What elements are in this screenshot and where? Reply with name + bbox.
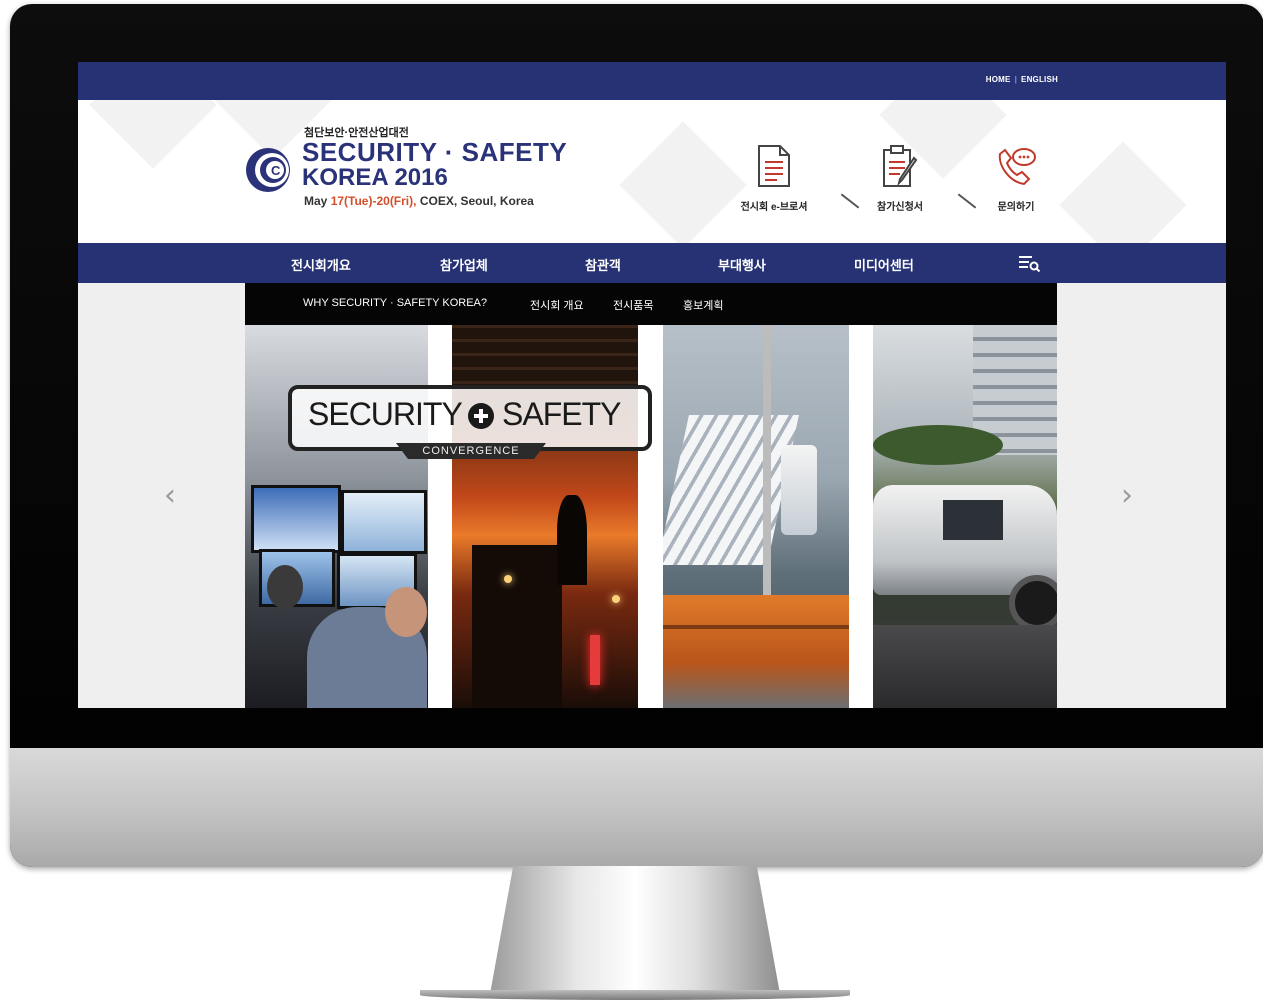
menu-search-icon[interactable] (1018, 253, 1042, 273)
background-person (267, 565, 303, 609)
clipboard-pen-icon (883, 145, 918, 187)
sub-navigation: WHY SECURITY · SAFETY KOREA? 전시회 개요 전시품목… (245, 283, 1057, 325)
document-icon (758, 145, 790, 187)
warning-light (590, 635, 600, 685)
trees (873, 425, 1003, 465)
ship-deck (781, 445, 817, 535)
phone-chat-icon (998, 148, 1036, 186)
hero-image-fire (452, 325, 638, 708)
nav-item-visitors[interactable]: 참관객 (585, 255, 621, 274)
security-safety-badge: SECURITY SAFETY (288, 385, 652, 451)
firefighter-silhouette (557, 495, 587, 585)
nav-item-exhibitors[interactable]: 참가업체 (440, 255, 488, 274)
utility-nav: HOME | ENGLISH (986, 75, 1058, 84)
event-date: May 17(Tue)-20(Fri), COEX, Seoul, Korea (304, 194, 534, 208)
date-prefix: May (304, 194, 331, 208)
hero-image-control-room (245, 325, 428, 708)
nav-item-overview[interactable]: 전시회개요 (291, 255, 351, 274)
nav-item-media[interactable]: 미디어센터 (854, 255, 914, 274)
main-navigation: 전시회개요 참가업체 참관객 부대행사 미디어센터 (78, 243, 1226, 283)
header-pattern (89, 100, 217, 169)
date-location: COEX, Seoul, Korea (416, 194, 534, 208)
home-link[interactable]: HOME (986, 75, 1011, 84)
site-header: C 첨단보안·안전산업대전 SECURITY · SAFETY KOREA 20… (78, 100, 1226, 243)
english-link[interactable]: ENGLISH (1021, 75, 1058, 84)
car-wheel (1009, 575, 1057, 631)
monitor-screen (341, 490, 427, 554)
wires (452, 325, 638, 385)
hero-image-ship (663, 325, 849, 708)
crane-pole (763, 325, 771, 605)
subnav-why[interactable]: WHY SECURITY · SAFETY KOREA? (303, 297, 487, 309)
subnav-promotion[interactable]: 홍보계획 (683, 297, 723, 313)
hero-slider (245, 325, 1057, 708)
quick-link-label: 전시회 e-브로셔 (740, 202, 808, 213)
car-window (943, 500, 1003, 540)
lifeboats (663, 595, 849, 708)
monitor-screen (251, 485, 341, 553)
convergence-label: CONVERGENCE (396, 443, 546, 459)
building-silhouette (472, 545, 562, 708)
quick-link-application[interactable]: 참가신청서 (850, 144, 950, 213)
operator-head (385, 587, 427, 637)
monitor-chin (10, 748, 1263, 867)
quick-link-inquiry[interactable]: 문의하기 (966, 144, 1066, 213)
monitor-stand-base (420, 990, 850, 1000)
monitor-frame: HOME | ENGLISH C 첨단보안·안전산업대전 SECURITY · SA… (10, 4, 1263, 867)
ember (504, 575, 512, 583)
subnav-overview[interactable]: 전시회 개요 (530, 297, 584, 313)
ember (612, 595, 620, 603)
badge-word-security: SECURITY (308, 396, 463, 432)
next-slide-arrow[interactable]: › (1121, 478, 1133, 513)
logo-title-line2: KOREA 2016 (302, 164, 448, 191)
hero-image-car-crash (873, 325, 1057, 708)
logo-emblem-icon: C (246, 148, 290, 192)
plus-circle-icon (468, 403, 494, 429)
svg-text:C: C (271, 163, 281, 178)
quick-link-label: 문의하기 (997, 202, 1035, 213)
road (873, 625, 1057, 708)
prev-slide-arrow[interactable]: ‹ (164, 478, 176, 513)
top-utility-bar: HOME | ENGLISH (78, 62, 1226, 100)
quick-link-ebrochure[interactable]: 전시회 e-브로셔 (724, 144, 824, 213)
quick-link-label: 참가신청서 (877, 202, 923, 213)
monitor-stand (490, 866, 780, 994)
header-pattern (1059, 141, 1187, 243)
utility-divider: | (1014, 75, 1018, 84)
browser-screen: HOME | ENGLISH C 첨단보안·안전산업대전 SECURITY · SA… (78, 62, 1226, 708)
badge-word-safety: SAFETY (502, 396, 621, 432)
subnav-items[interactable]: 전시품목 (613, 297, 653, 313)
nav-item-events[interactable]: 부대행사 (718, 255, 766, 274)
ship-hull (663, 415, 799, 565)
site-logo[interactable]: C 첨단보안·안전산업대전 SECURITY · SAFETY KOREA 20… (244, 124, 584, 224)
date-highlight: 17(Tue)-20(Fri), (330, 194, 417, 208)
lifeboat-stripe (663, 625, 849, 629)
